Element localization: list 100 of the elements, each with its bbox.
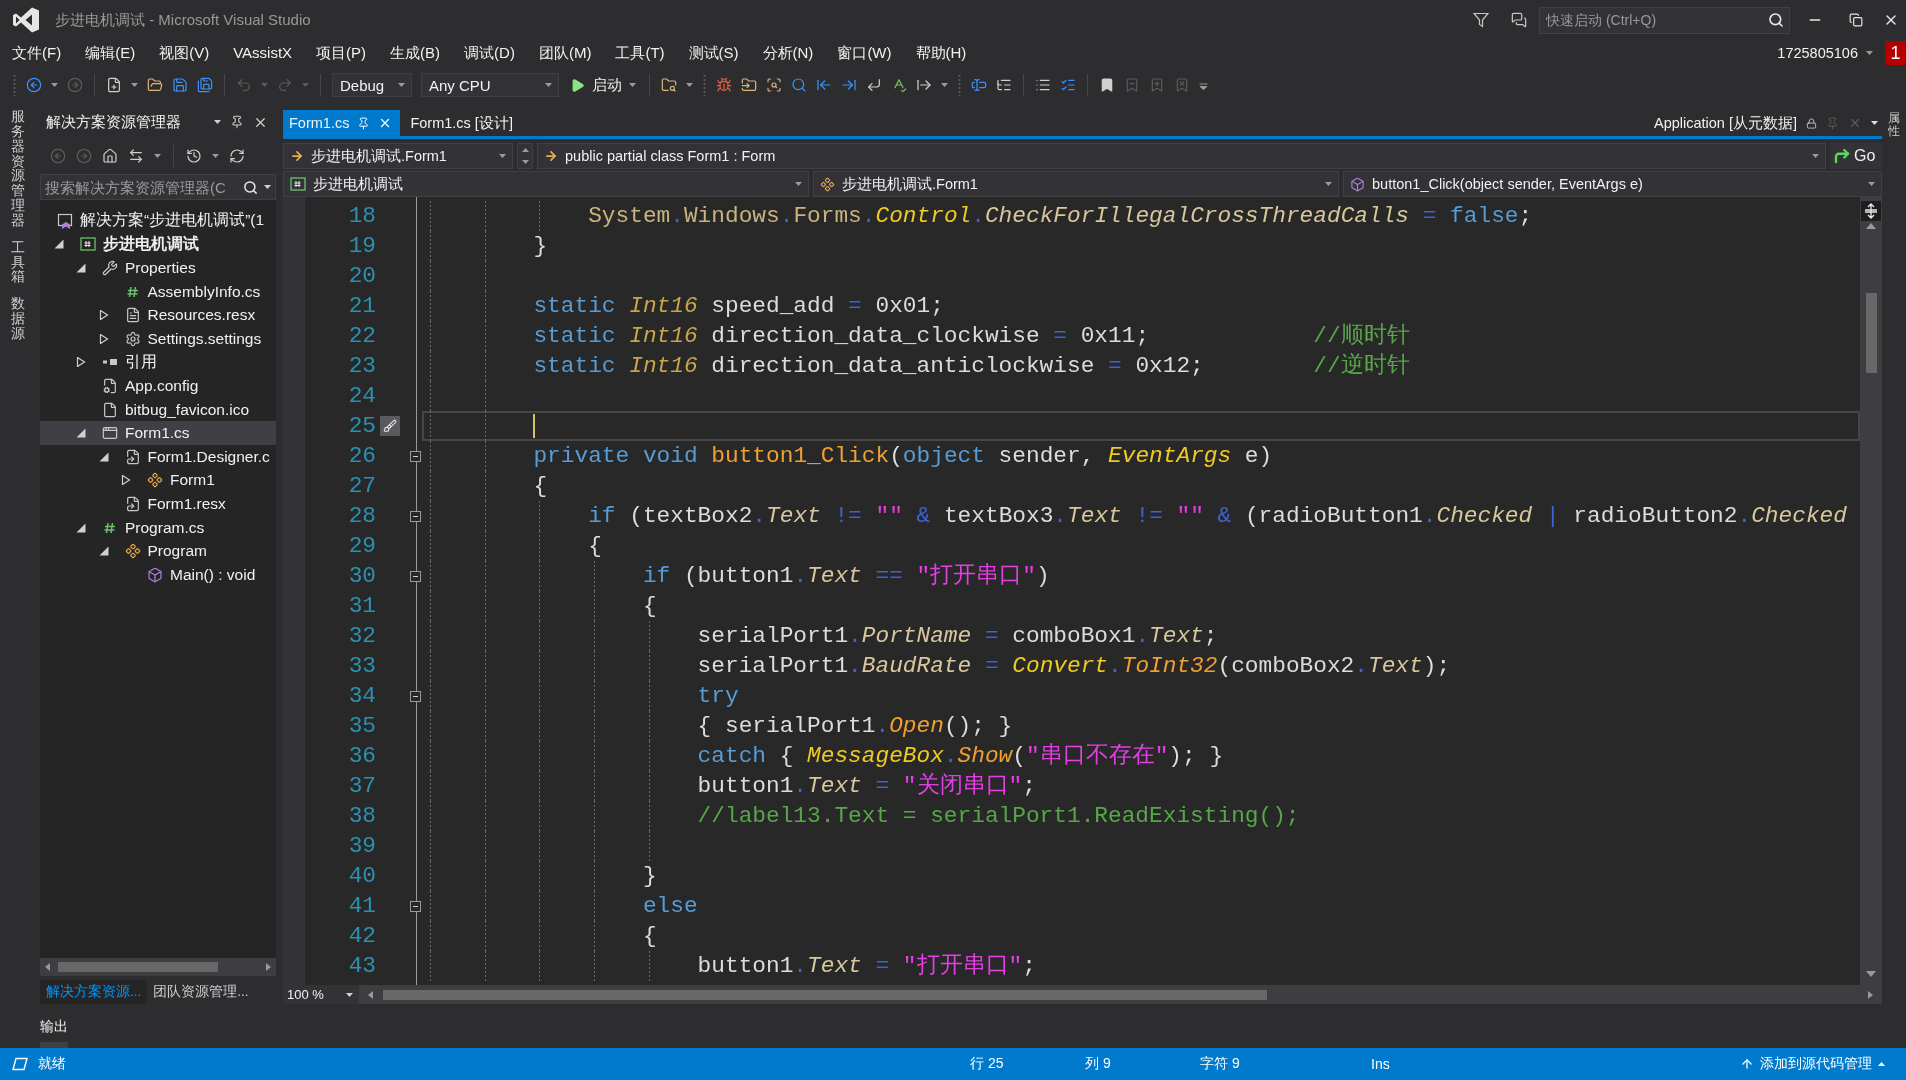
vertical-scrollbar[interactable] [1860,197,1882,985]
menu-item[interactable]: 视图(V) [147,42,222,64]
text-cursor-box-icon[interactable] [971,77,987,93]
tree-item[interactable]: 引用 [40,350,276,375]
menu-item[interactable]: VAssistX [221,42,305,64]
dropdown-caret-icon[interactable] [686,83,693,87]
collapse-icon[interactable] [410,450,421,462]
navigation-dropdown[interactable]: 步进电机调试 [283,171,809,197]
dropdown-caret-icon[interactable] [499,154,506,158]
panel-tab[interactable]: 团队资源管理... [147,980,255,1004]
collapsed-arrow-icon[interactable] [98,310,109,321]
scrollbar-thumb[interactable] [383,989,1267,1000]
navigation-dropdown[interactable]: 步进电机调试.Form1 [283,143,513,169]
left-right-arrows-icon[interactable] [128,148,144,164]
arrow-right-icon[interactable] [841,77,857,93]
expanded-arrow-icon[interactable] [98,451,109,462]
scroll-left-icon[interactable] [367,990,375,999]
tree-item[interactable]: bitbug_favicon.ico [40,397,276,422]
dropdown-caret-icon[interactable] [346,992,353,997]
tree-item[interactable]: Form1.cs [40,421,276,445]
collapse-icon[interactable] [410,690,421,702]
up-caret-icon[interactable] [521,148,529,152]
down-caret-icon[interactable] [521,160,529,164]
save-icon[interactable] [172,77,188,93]
back-icon[interactable] [26,77,42,93]
dropdown-caret-icon[interactable] [1325,182,1332,186]
account-name[interactable]: 1725805106 [1777,45,1858,61]
menu-item[interactable]: 测试(S) [676,42,751,64]
home-icon[interactable] [102,148,118,164]
tree-item[interactable]: Form1 [40,468,276,493]
menu-item[interactable]: 团队(M) [526,42,604,64]
tree-item[interactable]: Program [40,539,276,563]
navigation-dropdown[interactable]: public partial class Form1 : Form [537,143,1826,169]
tree-item[interactable]: Main() : void [40,562,276,587]
dropdown-caret-icon[interactable] [545,83,552,87]
search-field[interactable]: 搜索解决方案资源管理器(C [40,174,276,200]
search-icon[interactable] [1768,12,1784,28]
dropdown-caret-icon[interactable] [154,154,161,158]
panel-tab[interactable]: 解决方案资源... [40,980,148,1004]
list-tree-icon[interactable] [996,77,1012,93]
scroll-right-icon[interactable] [1866,990,1874,999]
dropdown-caret-icon[interactable] [1868,182,1875,186]
brush-icon[interactable] [380,416,400,436]
dropdown-caret-icon[interactable] [1871,121,1878,125]
return-arrow-icon[interactable] [866,77,882,93]
dropdown-caret-icon[interactable] [264,185,271,189]
menu-item[interactable]: 工具(T) [603,42,677,64]
collapsed-arrow-icon[interactable] [98,333,109,344]
history-icon[interactable] [186,148,202,164]
folder-arrow-icon[interactable] [741,77,757,93]
dropdown-caret-icon[interactable] [214,120,221,124]
expanded-arrow-icon[interactable] [98,546,109,557]
collapse-icon[interactable] [410,510,421,522]
dropdown-caret-icon[interactable] [398,83,405,87]
scroll-down-icon[interactable] [1866,969,1876,979]
tree-item[interactable]: 解决方案“步进电机调试”(1 [40,209,276,233]
dropdown-caret-icon[interactable] [795,182,802,186]
editor-tab[interactable]: Form1.cs [283,110,401,136]
notification-badge[interactable]: 1 [1885,41,1906,65]
chat-icon[interactable] [1511,12,1527,28]
menu-item[interactable]: 分析(N) [750,42,826,64]
scroll-right-icon[interactable] [264,963,272,971]
configuration-dropdown[interactable]: Debug [332,73,412,97]
menu-item[interactable]: 窗口(W) [825,42,904,64]
refresh-icon[interactable] [229,148,245,164]
pin-icon[interactable] [357,116,371,130]
source-control-button[interactable]: 添加到源代码管理 [1760,1055,1872,1073]
tree-item[interactable]: Properties [40,256,276,280]
dropdown-caret-icon[interactable] [51,83,58,87]
side-tab[interactable]: 数据源 [11,297,25,342]
collapse-icon[interactable] [410,900,421,912]
tree-item[interactable]: AssemblyInfo.cs [40,279,276,304]
dropdown-caret-icon[interactable] [212,154,219,158]
folder-search-icon[interactable] [661,77,677,93]
navigation-dropdown[interactable]: button1_Click(object sender, EventArgs e) [1343,171,1882,197]
menu-item[interactable]: 生成(B) [378,42,453,64]
menu-item[interactable]: 帮助(H) [903,42,979,64]
scan-search-icon[interactable] [766,77,782,93]
list-checks-icon[interactable] [1060,77,1076,93]
dropdown-caret-icon[interactable] [941,83,948,87]
dropdown-caret-icon[interactable] [131,83,138,87]
navigation-dropdown[interactable]: 步进电机调试.Form1 [813,171,1339,197]
side-tab[interactable]: 属性 [1888,112,1900,139]
preview-tab[interactable]: Application [从元数据] [1653,113,1797,133]
scrollbar-thumb[interactable] [58,962,218,972]
expanded-arrow-icon[interactable] [76,263,86,273]
search-icon[interactable] [791,77,807,93]
new-file-icon[interactable] [106,77,122,93]
start-button[interactable]: 启动 [568,73,638,97]
go-button[interactable]: Go [1830,143,1882,169]
tree-item[interactable]: Form1.resx [40,492,276,516]
expanded-arrow-icon[interactable] [53,239,64,250]
collapse-icon[interactable] [410,570,421,582]
collapsed-arrow-icon[interactable] [76,357,86,368]
quick-launch-field[interactable]: 快速启动 (Ctrl+Q) [1539,6,1790,34]
horizontal-scrollbar[interactable] [40,958,276,976]
dropdown-caret-icon[interactable] [1812,154,1819,158]
menu-item[interactable]: 调试(D) [452,42,527,64]
code-editor-panel[interactable] [283,197,1882,985]
platform-dropdown[interactable]: Any CPU [421,73,559,97]
